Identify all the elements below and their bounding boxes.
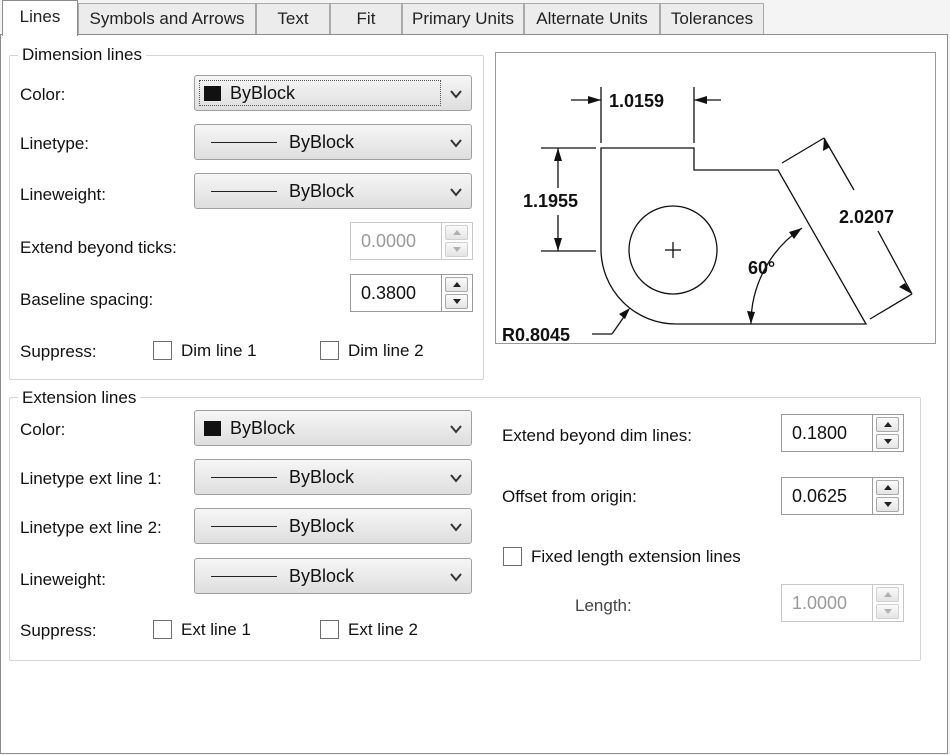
dim-linetype-dropdown[interactable]: ByBlock [194,124,472,160]
spin-down-button[interactable] [445,294,468,309]
spin-down-button[interactable] [876,604,899,619]
color-swatch-icon [204,86,221,101]
dim-line-2-checkbox[interactable] [320,341,339,360]
line-sample-icon [211,526,277,527]
spin-up-button[interactable] [445,277,468,292]
preview-drawing: 1.0159 1.1955 2.0207 60° R0.8045 [502,87,913,345]
ext-linetype2-label: Linetype ext line 2: [20,518,162,537]
fixed-length-label[interactable]: Fixed length extension lines [531,547,741,567]
color-swatch-icon [204,421,221,436]
extend-dim-lines-stepper[interactable]: 0.1800 [781,414,904,452]
dim-line-2-label[interactable]: Dim line 2 [348,341,424,361]
length-label: Length: [575,596,632,615]
line-sample-icon [211,477,277,478]
ext-line-1-checkbox[interactable] [153,620,172,639]
ext-line-2-checkbox[interactable] [320,620,339,639]
chevron-down-icon [450,188,462,197]
stepper-buttons [873,584,904,622]
extension-lines-legend: Extension lines [18,388,141,408]
length-input[interactable]: 1.0000 [781,584,873,622]
chevron-down-icon [450,573,462,582]
dim-lineweight-value: ByBlock [289,181,355,201]
arrow-up-icon [453,230,461,235]
arrow-down-icon [884,609,892,614]
stepper-buttons [873,477,904,515]
arrow-down-icon [453,247,461,252]
line-sample-icon [211,576,277,577]
ext-color-label: Color: [20,420,66,439]
dim-lineweight-label: Lineweight: [20,185,107,204]
dim-line-1-checkbox[interactable] [153,341,172,360]
line-sample-icon [211,142,277,143]
extend-ticks-stepper[interactable]: 0.0000 [350,222,473,260]
spin-down-button[interactable] [876,434,899,449]
extend-ticks-label: Extend beyond ticks: [20,238,177,257]
chevron-down-icon [450,523,462,532]
dim-linetype-label: Linetype: [20,134,89,153]
ext-lineweight-label: Lineweight: [20,570,107,589]
arrow-down-icon [453,299,461,304]
ext-color-dropdown[interactable]: ByBlock [194,410,472,446]
dialog-content: Dimension lines Color: ByBlock Linetype:… [0,0,950,755]
spin-down-button[interactable] [876,497,899,512]
dim-line-1-label[interactable]: Dim line 1 [181,341,257,361]
stepper-buttons [442,274,473,312]
arrow-up-icon [884,422,892,427]
ext-linetype2-value: ByBlock [289,516,355,536]
dim-lineweight-dropdown[interactable]: ByBlock [194,173,472,209]
preview-dim-left: 1.1955 [523,191,578,211]
offset-origin-stepper[interactable]: 0.0625 [781,477,904,515]
length-stepper[interactable]: 1.0000 [781,584,904,622]
chevron-down-icon [450,139,462,148]
extend-ticks-input[interactable]: 0.0000 [350,222,442,260]
dim-suppress-label: Suppress: [20,342,97,361]
chevron-down-icon [450,474,462,483]
arrow-down-icon [884,502,892,507]
offset-origin-input[interactable]: 0.0625 [781,477,873,515]
offset-origin-label: Offset from origin: [502,487,637,506]
preview-radius: R0.8045 [502,325,570,345]
dim-color-label: Color: [20,85,66,104]
ext-linetype1-label: Linetype ext line 1: [20,469,162,488]
arrow-down-icon [884,439,892,444]
stepper-buttons [442,222,473,260]
dim-linetype-value: ByBlock [289,132,355,152]
dim-color-dropdown[interactable]: ByBlock [194,75,472,111]
spin-up-button[interactable] [876,417,899,432]
preview-dim-right: 2.0207 [839,207,894,227]
ext-lineweight-dropdown[interactable]: ByBlock [194,558,472,594]
spin-down-button[interactable] [445,242,468,257]
dimension-lines-legend: Dimension lines [18,45,146,65]
baseline-spacing-stepper[interactable]: 0.3800 [350,274,473,312]
baseline-spacing-input[interactable]: 0.3800 [350,274,442,312]
preview-dim-top: 1.0159 [609,91,664,111]
extend-dim-lines-label: Extend beyond dim lines: [502,426,692,445]
chevron-down-icon [450,90,462,99]
baseline-spacing-label: Baseline spacing: [20,290,154,309]
ext-line-1-label[interactable]: Ext line 1 [181,620,251,640]
ext-line-2-label[interactable]: Ext line 2 [348,620,418,640]
ext-linetype1-dropdown[interactable]: ByBlock [194,459,472,495]
ext-color-value: ByBlock [230,418,296,438]
dimension-preview: 1.0159 1.1955 2.0207 60° R0.8045 [495,52,936,345]
spin-up-button[interactable] [445,225,468,240]
spin-up-button[interactable] [876,587,899,602]
spin-up-button[interactable] [876,480,899,495]
arrow-up-icon [884,485,892,490]
preview-angle: 60° [748,258,775,278]
line-sample-icon [211,191,277,192]
chevron-down-icon [450,425,462,434]
arrow-up-icon [884,592,892,597]
fixed-length-checkbox[interactable] [503,547,522,566]
dim-color-value: ByBlock [230,83,296,103]
stepper-buttons [873,414,904,452]
arrow-up-icon [453,282,461,287]
extend-dim-lines-input[interactable]: 0.1800 [781,414,873,452]
ext-suppress-label: Suppress: [20,621,97,640]
ext-linetype2-dropdown[interactable]: ByBlock [194,508,472,544]
ext-lineweight-value: ByBlock [289,566,355,586]
ext-linetype1-value: ByBlock [289,467,355,487]
